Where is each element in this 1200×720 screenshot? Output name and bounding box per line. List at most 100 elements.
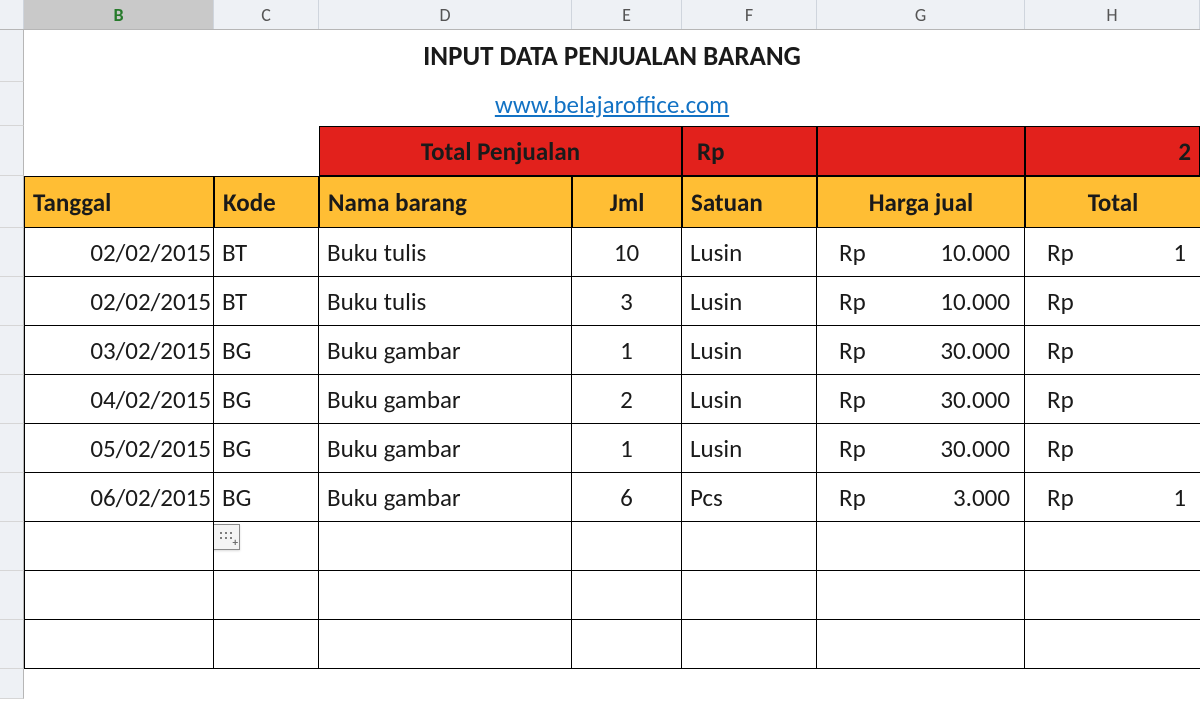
th-kode[interactable]: Kode — [214, 176, 319, 228]
cell-kode[interactable]: BG — [214, 473, 319, 522]
cell-jml[interactable]: 6 — [572, 473, 682, 522]
cell-nama[interactable]: Buku gambar — [319, 375, 572, 424]
cell-total[interactable]: Rp — [1025, 424, 1200, 473]
cell[interactable] — [682, 571, 817, 620]
cell-kode[interactable]: BT — [214, 277, 319, 326]
row-header[interactable] — [0, 228, 24, 277]
cell-nama[interactable]: Buku tulis — [319, 277, 572, 326]
total-value-cell[interactable] — [817, 126, 1025, 176]
cell-kode[interactable]: BG — [214, 326, 319, 375]
cell[interactable] — [817, 571, 1025, 620]
row-header[interactable] — [0, 277, 24, 326]
cell[interactable] — [817, 522, 1025, 571]
row-header[interactable] — [0, 126, 24, 176]
cell-satuan[interactable]: Pcs — [682, 473, 817, 522]
cell-jml[interactable]: 10 — [572, 228, 682, 277]
cell-kode[interactable]: BG — [214, 424, 319, 473]
cell-kode[interactable]: BT — [214, 228, 319, 277]
row-header[interactable] — [0, 82, 24, 126]
cell[interactable] — [572, 571, 682, 620]
row-header[interactable] — [0, 620, 24, 669]
th-total[interactable]: Total — [1025, 176, 1200, 228]
cell[interactable] — [1025, 620, 1200, 669]
cell-harga[interactable]: Rp30.000 — [817, 375, 1025, 424]
row-header[interactable] — [0, 669, 24, 699]
cell[interactable]: + — [214, 522, 319, 571]
th-satuan[interactable]: Satuan — [682, 176, 817, 228]
cell[interactable] — [682, 522, 817, 571]
cell[interactable] — [24, 571, 214, 620]
cell-harga[interactable]: Rp3.000 — [817, 473, 1025, 522]
cell-tanggal[interactable]: 06/02/2015 — [24, 473, 214, 522]
cell-jml[interactable]: 2 — [572, 375, 682, 424]
cell[interactable] — [1025, 522, 1200, 571]
th-nama[interactable]: Nama barang — [319, 176, 572, 228]
grid-body[interactable]: INPUT DATA PENJUALAN BARANG www.belajaro… — [0, 30, 1200, 699]
row-header[interactable] — [0, 473, 24, 522]
cell-total[interactable]: Rp1 — [1025, 228, 1200, 277]
autofill-options-icon[interactable]: + — [214, 524, 240, 550]
row-header[interactable] — [0, 522, 24, 571]
cell-tanggal[interactable]: 02/02/2015 — [24, 228, 214, 277]
row-header[interactable] — [0, 176, 24, 228]
cell[interactable] — [817, 620, 1025, 669]
cell-tanggal[interactable]: 03/02/2015 — [24, 326, 214, 375]
column-header-E[interactable]: E — [572, 0, 682, 29]
cell[interactable] — [319, 522, 572, 571]
website-link[interactable]: www.belajaroffice.com — [32, 89, 1192, 120]
row-header[interactable] — [0, 30, 24, 82]
cell-nama[interactable]: Buku gambar — [319, 473, 572, 522]
cell-total[interactable]: Rp — [1025, 277, 1200, 326]
cell[interactable] — [214, 571, 319, 620]
cell[interactable] — [1025, 571, 1200, 620]
column-header-H[interactable]: H — [1025, 0, 1200, 29]
cell-nama[interactable]: Buku gambar — [319, 424, 572, 473]
total-currency-cell[interactable]: Rp — [682, 126, 817, 176]
cell-nama[interactable]: Buku gambar — [319, 326, 572, 375]
cell-jml[interactable]: 1 — [572, 424, 682, 473]
column-header-B[interactable]: B — [24, 0, 214, 29]
column-header-G[interactable]: G — [817, 0, 1025, 29]
cell-tanggal[interactable]: 02/02/2015 — [24, 277, 214, 326]
select-all-corner[interactable] — [0, 0, 24, 29]
row-header[interactable] — [0, 326, 24, 375]
row-header[interactable] — [0, 375, 24, 424]
cell-satuan[interactable]: Lusin — [682, 228, 817, 277]
cell-total[interactable]: Rp — [1025, 326, 1200, 375]
cell-total[interactable]: Rp1 — [1025, 473, 1200, 522]
th-jml[interactable]: Jml — [572, 176, 682, 228]
cell-satuan[interactable]: Lusin — [682, 375, 817, 424]
cell-harga[interactable]: Rp10.000 — [817, 277, 1025, 326]
cell-satuan[interactable]: Lusin — [682, 326, 817, 375]
cell-total[interactable]: Rp — [1025, 375, 1200, 424]
cell[interactable] — [682, 620, 817, 669]
cell[interactable] — [572, 522, 682, 571]
cell-satuan[interactable]: Lusin — [682, 424, 817, 473]
row-header[interactable] — [0, 571, 24, 620]
cell-satuan[interactable]: Lusin — [682, 277, 817, 326]
cell[interactable] — [319, 620, 572, 669]
th-harga[interactable]: Harga jual — [817, 176, 1025, 228]
cell-harga[interactable]: Rp30.000 — [817, 326, 1025, 375]
total-label-cell[interactable]: Total Penjualan — [319, 126, 682, 176]
cell[interactable] — [214, 620, 319, 669]
cell-harga[interactable]: Rp30.000 — [817, 424, 1025, 473]
total-overflow-cell[interactable]: 2 — [1025, 126, 1200, 176]
cell-jml[interactable]: 1 — [572, 326, 682, 375]
cell-tanggal[interactable]: 04/02/2015 — [24, 375, 214, 424]
column-header-F[interactable]: F — [682, 0, 817, 29]
cell-jml[interactable]: 3 — [572, 277, 682, 326]
column-header-C[interactable]: C — [214, 0, 319, 29]
cell[interactable] — [572, 620, 682, 669]
column-header-D[interactable]: D — [319, 0, 572, 29]
row-header[interactable] — [0, 424, 24, 473]
cell-harga[interactable]: Rp10.000 — [817, 228, 1025, 277]
cell[interactable] — [24, 522, 214, 571]
cell-nama[interactable]: Buku tulis — [319, 228, 572, 277]
spreadsheet[interactable]: B C D E F G H INPUT DATA PENJUALAN BARAN… — [0, 0, 1200, 720]
cell[interactable] — [24, 620, 214, 669]
th-tanggal[interactable]: Tanggal — [24, 176, 214, 228]
cell-kode[interactable]: BG — [214, 375, 319, 424]
cell-tanggal[interactable]: 05/02/2015 — [24, 424, 214, 473]
cell[interactable] — [319, 571, 572, 620]
